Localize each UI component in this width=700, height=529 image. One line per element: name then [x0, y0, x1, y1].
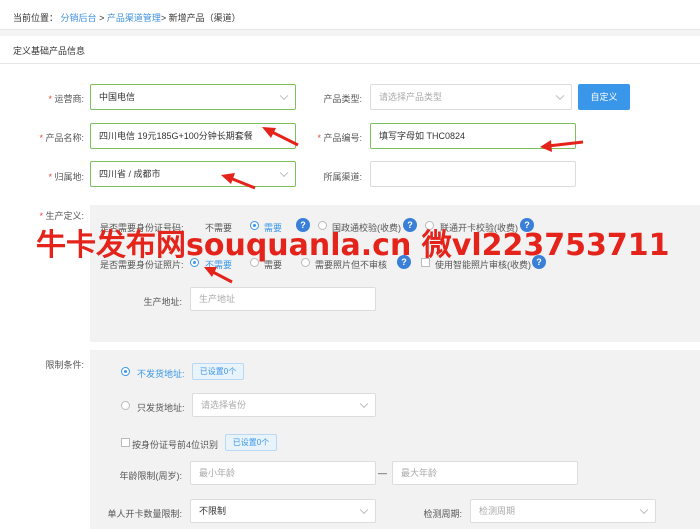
red-arrow-icon — [204, 267, 233, 284]
red-arrow-icon — [540, 140, 584, 152]
annotation-arrows — [204, 127, 584, 284]
red-arrow-icon — [262, 127, 299, 147]
red-arrow-icon — [221, 173, 256, 190]
